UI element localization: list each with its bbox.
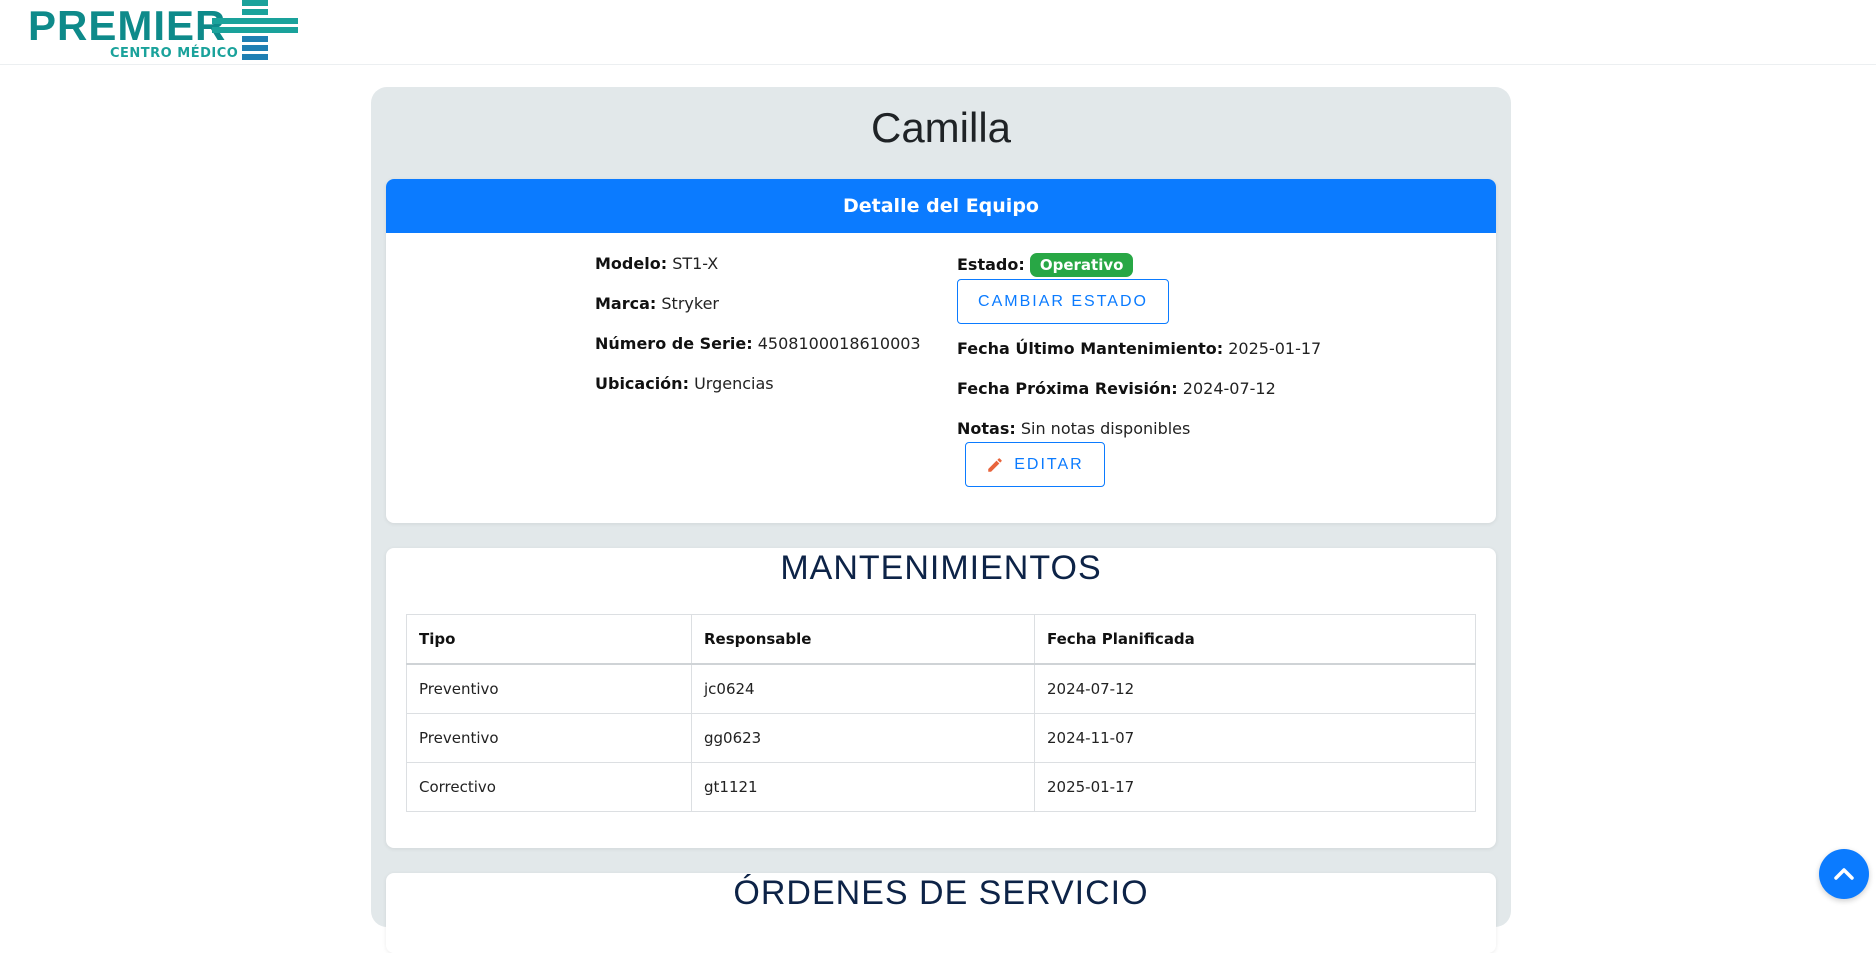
editar-button-label: EDITAR [1014, 456, 1084, 473]
serie-label: Número de Serie: [595, 334, 753, 353]
estado-label: Estado: [957, 255, 1025, 274]
column-header-responsable: Responsable [691, 614, 1035, 665]
cell-fecha: 2024-07-12 [1034, 663, 1476, 714]
marca-value: Stryker [661, 294, 719, 313]
notas-field: Notas: Sin notas disponibles [957, 419, 1190, 438]
ultimo-mantenimiento-label: Fecha Último Mantenimiento: [957, 339, 1224, 358]
pencil-icon [988, 458, 1003, 472]
editar-button[interactable]: EDITAR [965, 442, 1105, 487]
serie-value: 4508100018610003 [757, 334, 921, 353]
column-header-fecha-planificada: Fecha Planificada [1034, 614, 1476, 665]
estado-field: Estado: Operativo [957, 253, 1134, 277]
detail-card-header: Detalle del Equipo [386, 179, 1496, 233]
cell-tipo: Preventivo [406, 663, 692, 714]
modelo-label: Modelo: [595, 254, 668, 273]
cell-fecha: 2024-11-07 [1034, 713, 1476, 763]
table-header-row: Tipo Responsable Fecha Planificada [406, 614, 1476, 665]
modelo-value: ST1-X [672, 254, 719, 273]
table-row: Preventivo gg0623 2024-11-07 [406, 713, 1476, 763]
cell-fecha: 2025-01-17 [1034, 762, 1476, 812]
marca-field: Marca: Stryker [595, 294, 719, 313]
cell-responsable: jc0624 [691, 663, 1035, 714]
page-title: Camilla [870, 104, 1012, 151]
cell-responsable: gt1121 [691, 762, 1035, 812]
proxima-revision-label: Fecha Próxima Revisión: [957, 379, 1178, 398]
ultimo-mantenimiento-field: Fecha Último Mantenimiento: 2025-01-17 [957, 339, 1321, 358]
brand-name: PREMIER [28, 2, 227, 49]
cambiar-estado-button[interactable]: CAMBIAR ESTADO [957, 279, 1169, 324]
proxima-revision-field: Fecha Próxima Revisión: 2024-07-12 [957, 379, 1276, 398]
marca-label: Marca: [595, 294, 657, 313]
scroll-to-top-button[interactable] [1819, 849, 1869, 899]
ultimo-mantenimiento-value: 2025-01-17 [1228, 339, 1322, 358]
cell-tipo: Preventivo [406, 713, 692, 763]
column-header-tipo: Tipo [406, 614, 692, 665]
serie-field: Número de Serie: 4508100018610003 [595, 334, 921, 353]
ubicacion-label: Ubicación: [595, 374, 689, 393]
mantenimientos-title: MANTENIMIENTOS [780, 549, 1102, 587]
mantenimientos-table: Tipo Responsable Fecha Planificada Preve… [406, 614, 1476, 812]
chevron-up-icon [1834, 868, 1854, 880]
mantenimientos-card: MANTENIMIENTOS Tipo Responsable Fecha Pl… [386, 548, 1496, 848]
status-badge: Operativo [1029, 253, 1134, 277]
equipment-panel: Camilla Detalle del Equipo Modelo: ST1-X… [371, 87, 1511, 953]
ordenes-servicio-card: ÓRDENES DE SERVICIO [386, 873, 1496, 953]
proxima-revision-value: 2024-07-12 [1182, 379, 1276, 398]
table-row: Preventivo jc0624 2024-07-12 [406, 663, 1476, 714]
ubicacion-field: Ubicación: Urgencias [595, 374, 774, 393]
notas-value: Sin notas disponibles [1020, 419, 1191, 438]
cell-tipo: Correctivo [406, 762, 692, 812]
ordenes-servicio-title: ÓRDENES DE SERVICIO [733, 874, 1149, 912]
medical-cross-logo-icon [212, 0, 298, 60]
table-row: Correctivo gt1121 2025-01-17 [406, 762, 1476, 812]
ubicacion-value: Urgencias [694, 374, 774, 393]
equipment-detail-card: Detalle del Equipo Modelo: ST1-X Marca: … [386, 179, 1496, 523]
notas-label: Notas: [957, 419, 1016, 438]
top-navbar: PREMIER CENTRO MÉDICO [0, 0, 1876, 65]
modelo-field: Modelo: ST1-X [595, 254, 718, 273]
cell-responsable: gg0623 [691, 713, 1035, 763]
